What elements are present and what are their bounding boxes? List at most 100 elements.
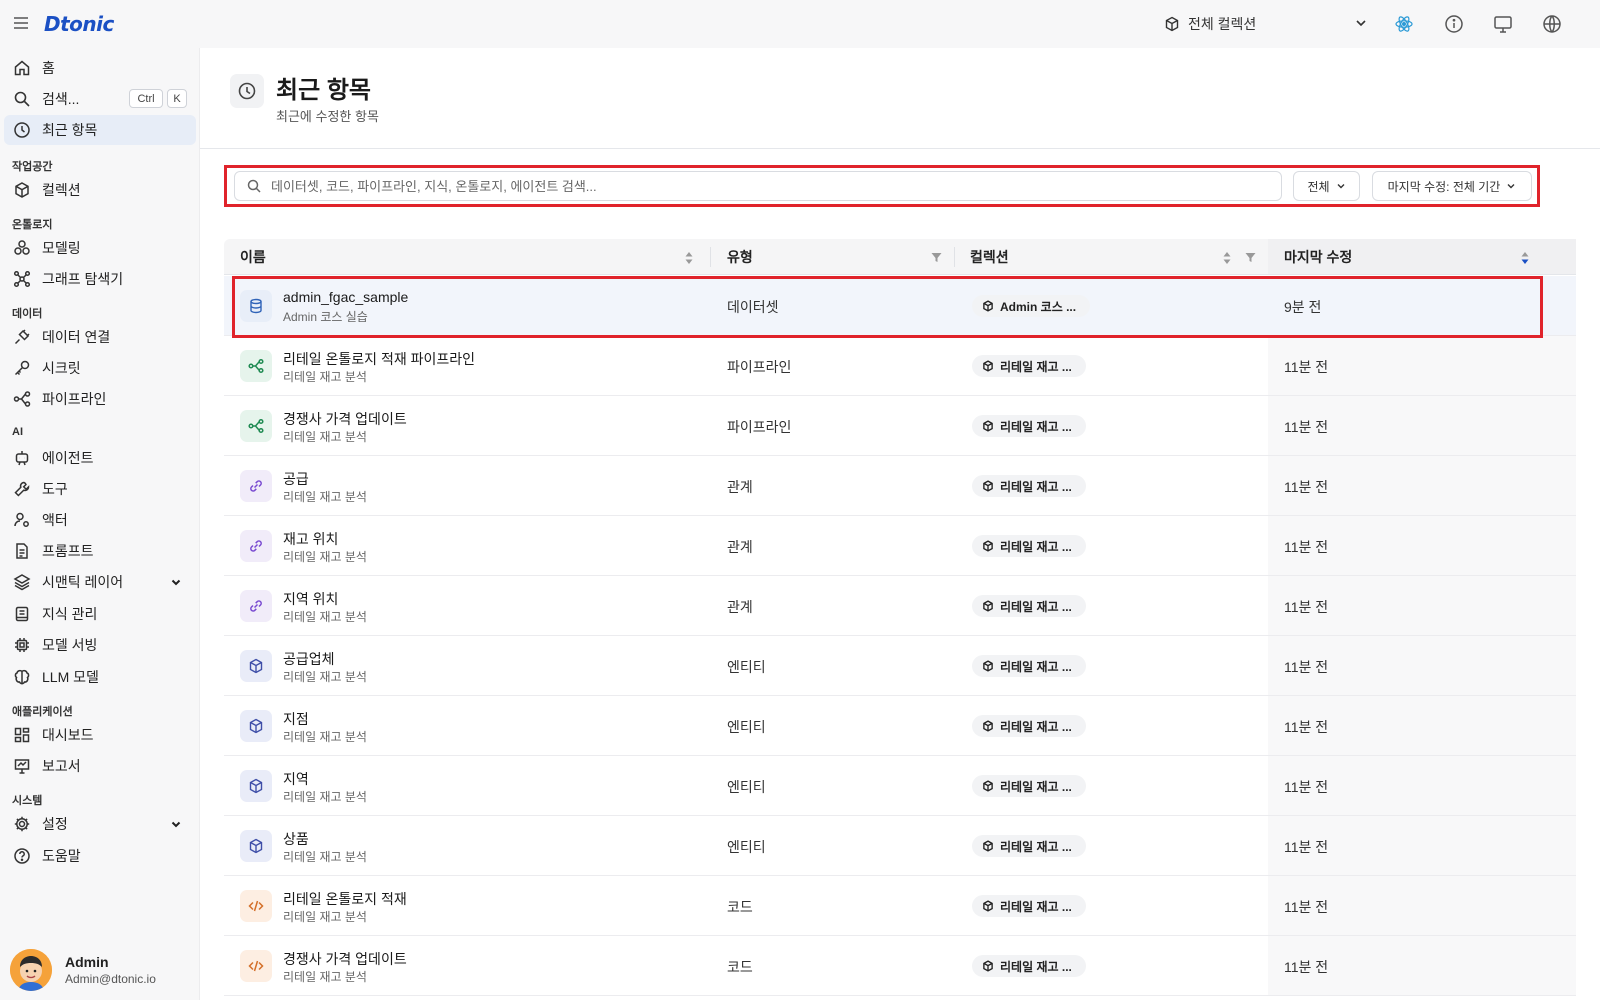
collection-chip[interactable]: 리테일 재고 ... (972, 835, 1086, 857)
date-filter-dropdown[interactable]: 마지막 수정: 전체 기간 (1372, 171, 1532, 201)
sidebar-item-settings[interactable]: 설정 (4, 809, 196, 839)
info-icon[interactable] (1443, 13, 1465, 35)
search-input[interactable] (271, 178, 1251, 194)
collection-chip[interactable]: 리테일 재고 ... (972, 595, 1086, 617)
item-name[interactable]: 경쟁사 가격 업데이트 (283, 409, 407, 429)
sidebar-item-prompt[interactable]: 프롬프트 (4, 536, 196, 566)
filter-icon[interactable] (1245, 252, 1256, 263)
item-name[interactable]: 리테일 온톨로지 적재 파이프라인 (283, 349, 475, 369)
collection-chip[interactable]: 리테일 재고 ... (972, 715, 1086, 737)
item-name[interactable]: admin_fgac_sample (283, 289, 408, 305)
sort-icon[interactable] (1222, 251, 1232, 265)
item-name[interactable]: 경쟁사 가격 업데이트 (283, 949, 407, 969)
item-collection-subtitle: 리테일 재고 분석 (283, 670, 367, 684)
item-name[interactable]: 리테일 온톨로지 적재 (283, 889, 407, 909)
sidebar-item-help[interactable]: 도움말 (4, 841, 196, 871)
sidebar-item-label: 에이전트 (42, 450, 94, 466)
sidebar-item-collections[interactable]: 컬렉션 (4, 175, 196, 205)
item-name[interactable]: 상품 (283, 829, 309, 849)
collection-chip[interactable]: 리테일 재고 ... (972, 535, 1086, 557)
cube-icon (240, 710, 272, 742)
column-header-type[interactable]: 유형 (727, 239, 753, 275)
collection-chip[interactable]: 리테일 재고 ... (972, 415, 1086, 437)
collection-chip[interactable]: 리테일 재고 ... (972, 775, 1086, 797)
item-modified-time: 11분 전 (1284, 599, 1329, 615)
table-row[interactable]: 지점 리테일 재고 분석 엔티티 리테일 재고 ... 11분 전 (224, 696, 1576, 756)
collection-selector[interactable]: 전체 컬렉션 (1164, 10, 1368, 38)
table-row[interactable]: 경쟁사 가격 업데이트 리테일 재고 분석 파이프라인 리테일 재고 ... 11분 전 (224, 396, 1576, 456)
cube-icon (240, 650, 272, 682)
sidebar-item-actor[interactable]: 액터 (4, 505, 196, 535)
user-gear-icon (14, 512, 29, 527)
item-name[interactable]: 공급업체 (283, 649, 335, 669)
table-row[interactable]: 리테일 온톨로지 적재 파이프라인 리테일 재고 분석 파이프라인 리테일 재고 ..… (224, 336, 1576, 396)
collection-chip[interactable]: 리테일 재고 ... (972, 955, 1086, 977)
item-name[interactable]: 재고 위치 (283, 529, 338, 549)
sidebar-item-tool[interactable]: 도구 (4, 474, 196, 504)
table-row[interactable]: 지역 리테일 재고 분석 엔티티 리테일 재고 ... 11분 전 (224, 756, 1576, 816)
menu-icon[interactable] (12, 14, 30, 32)
cube-icon (983, 300, 993, 312)
item-collection-subtitle: 리테일 재고 분석 (283, 550, 367, 564)
sidebar-item-modeling[interactable]: 모델링 (4, 233, 196, 263)
app-logo[interactable]: Dtonic (44, 12, 114, 36)
collection-chip-label: 리테일 재고 ... (1000, 719, 1072, 734)
collection-chip[interactable]: 리테일 재고 ... (972, 355, 1086, 377)
pipeline-icon (240, 410, 272, 442)
column-header-modified[interactable]: 마지막 수정 (1284, 239, 1352, 275)
react-icon[interactable] (1393, 13, 1415, 35)
sort-icon[interactable] (684, 251, 694, 265)
type-filter-dropdown[interactable]: 전체 (1293, 171, 1360, 201)
collection-chip[interactable]: 리테일 재고 ... (972, 895, 1086, 917)
collection-chip-label: 리테일 재고 ... (1000, 659, 1072, 674)
sidebar-item-search[interactable]: 검색... Ctrl K (4, 84, 196, 114)
search-icon (247, 179, 261, 193)
cube-icon (983, 540, 993, 552)
sidebar: 홈 검색... Ctrl K 최근 항목 작업공간 컬렉션 온톨로지 모델링 그… (0, 48, 200, 1000)
table-row[interactable]: admin_fgac_sample Admin 코스 실습 데이터셋 Admin 코스… (224, 276, 1576, 336)
collection-chip[interactable]: 리테일 재고 ... (972, 475, 1086, 497)
item-name[interactable]: 지역 (283, 769, 309, 789)
item-name[interactable]: 공급 (283, 469, 309, 489)
top-bar: Dtonic 전체 컬렉션 (0, 0, 1600, 48)
item-collection-subtitle: 리테일 재고 분석 (283, 790, 367, 804)
collection-chip[interactable]: 리테일 재고 ... (972, 655, 1086, 677)
collection-chip[interactable]: Admin 코스 ... (972, 295, 1091, 317)
sidebar-item-agent[interactable]: 에이전트 (4, 443, 196, 473)
monitor-icon[interactable] (1492, 13, 1514, 35)
table-row[interactable]: 상품 리테일 재고 분석 엔티티 리테일 재고 ... 11분 전 (224, 816, 1576, 876)
sidebar-item-semantic-layer[interactable]: 시맨틱 레이어 (4, 567, 196, 597)
sidebar-item-home[interactable]: 홈 (4, 53, 196, 83)
item-name[interactable]: 지역 위치 (283, 589, 338, 609)
sidebar-item-data-connection[interactable]: 데이터 연결 (4, 322, 196, 352)
sidebar-item-knowledge[interactable]: 지식 관리 (4, 599, 196, 629)
sort-desc-icon[interactable] (1520, 251, 1530, 265)
cube-icon (240, 770, 272, 802)
globe-icon[interactable] (1541, 13, 1563, 35)
item-name[interactable]: 지점 (283, 709, 309, 729)
table-row[interactable]: 경쟁사 가격 업데이트 리테일 재고 분석 코드 리테일 재고 ... 11분 전 (224, 936, 1576, 996)
collection-selector-label: 전체 컬렉션 (1188, 16, 1257, 32)
table-row[interactable]: 재고 위치 리테일 재고 분석 관계 리테일 재고 ... 11분 전 (224, 516, 1576, 576)
filter-icon[interactable] (931, 252, 942, 263)
sidebar-item-model-serving[interactable]: 모델 서빙 (4, 630, 196, 660)
sidebar-item-recent[interactable]: 최근 항목 (4, 115, 196, 145)
item-collection-subtitle: 리테일 재고 분석 (283, 730, 367, 744)
sidebar-item-pipeline[interactable]: 파이프라인 (4, 384, 196, 414)
cube-icon (983, 360, 993, 372)
sidebar-item-graph-explorer[interactable]: 그래프 탐색기 (4, 264, 196, 294)
table-row[interactable]: 리테일 온톨로지 적재 리테일 재고 분석 코드 리테일 재고 ... 11분 전 (224, 876, 1576, 936)
user-profile[interactable]: Admin Admin@dtonic.io (10, 948, 190, 992)
column-header-name[interactable]: 이름 (240, 239, 266, 275)
search-field[interactable] (234, 171, 1282, 201)
sidebar-item-llm-model[interactable]: LLM 모델 (4, 662, 196, 692)
sidebar-item-label: 시맨틱 레이어 (42, 574, 124, 590)
sidebar-item-secret[interactable]: 시크릿 (4, 353, 196, 383)
table-row[interactable]: 지역 위치 리테일 재고 분석 관계 리테일 재고 ... 11분 전 (224, 576, 1576, 636)
sidebar-item-report[interactable]: 보고서 (4, 751, 196, 781)
sidebar-item-dashboard[interactable]: 대시보드 (4, 720, 196, 750)
table-row[interactable]: 공급업체 리테일 재고 분석 엔티티 리테일 재고 ... 11분 전 (224, 636, 1576, 696)
column-header-collection[interactable]: 컬렉션 (970, 239, 1009, 275)
table-row[interactable]: 공급 리테일 재고 분석 관계 리테일 재고 ... 11분 전 (224, 456, 1576, 516)
cube-icon (983, 780, 993, 792)
